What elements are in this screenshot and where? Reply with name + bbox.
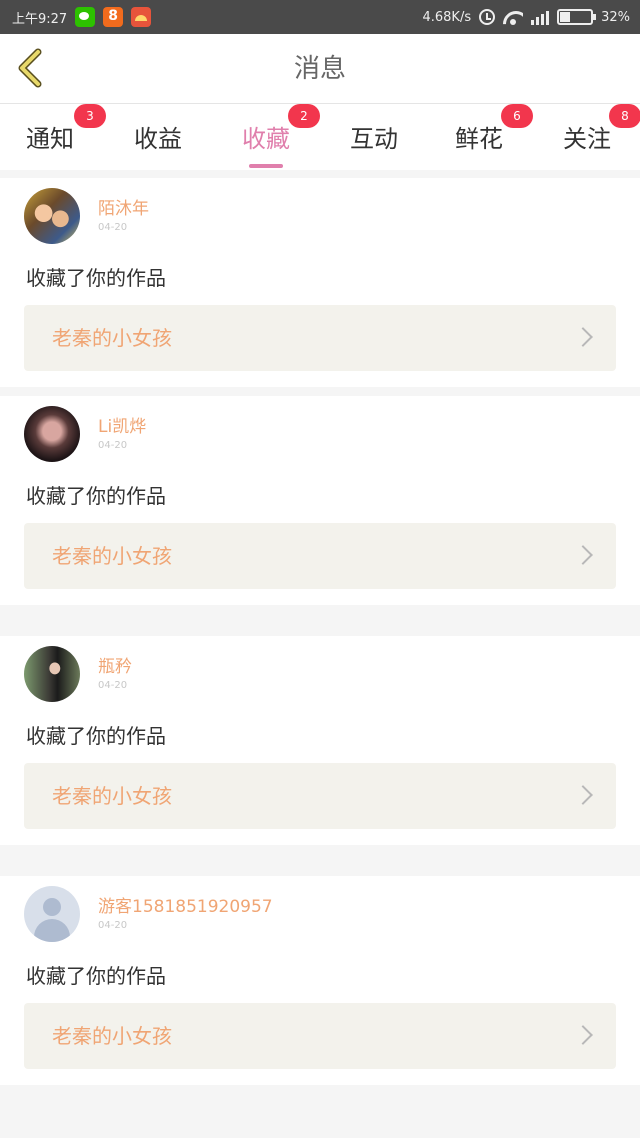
- work-link[interactable]: 老秦的小女孩: [24, 523, 616, 589]
- action-text: 收藏了你的作品: [26, 724, 166, 748]
- action-text: 收藏了你的作品: [26, 266, 166, 290]
- tab-badge: 3: [74, 104, 106, 128]
- work-link[interactable]: 老秦的小女孩: [24, 305, 616, 371]
- avatar[interactable]: [24, 646, 80, 702]
- tab-bar: 通知 3 收益 收藏 2 互动 鲜花 6 关注 8: [0, 104, 640, 170]
- username[interactable]: 瓶矜: [98, 652, 132, 677]
- timestamp: 04-20: [98, 920, 128, 931]
- wifi-icon: [503, 9, 523, 25]
- timestamp: 04-20: [98, 680, 128, 691]
- active-tab-indicator: [249, 164, 283, 168]
- tab-label: 鲜花: [455, 125, 503, 153]
- chevron-right-icon: [573, 1025, 593, 1045]
- tab-label: 通知: [26, 125, 74, 153]
- list-item: 陌沐年 04-20 收藏了你的作品 老秦的小女孩: [0, 178, 640, 387]
- tab-label: 互动: [350, 125, 398, 153]
- tab-interactions[interactable]: 互动: [350, 114, 398, 164]
- signal-icon: [531, 9, 550, 25]
- tab-follows[interactable]: 关注 8: [563, 104, 640, 164]
- tab-label: 收益: [134, 125, 182, 153]
- wechat-icon: [75, 7, 96, 27]
- app-8-icon: [103, 7, 124, 27]
- tab-label: 关注: [563, 125, 611, 153]
- back-button[interactable]: [14, 48, 50, 88]
- header: 消息: [0, 34, 640, 104]
- timestamp: 04-20: [98, 222, 128, 233]
- chevron-right-icon: [573, 545, 593, 565]
- app-red-icon: [131, 7, 152, 27]
- work-title: 老秦的小女孩: [52, 784, 172, 808]
- tab-notifications[interactable]: 通知 3: [26, 104, 106, 164]
- work-title: 老秦的小女孩: [52, 326, 172, 350]
- list-item: 游客15818519209​57 04-20 收藏了你的作品 老秦的小女孩: [0, 876, 640, 1085]
- chevron-left-icon: [18, 48, 42, 88]
- tab-favorites[interactable]: 收藏 2: [242, 104, 320, 168]
- status-time: 上午9:27: [12, 11, 68, 27]
- chevron-right-icon: [573, 327, 593, 347]
- network-speed: 4.68K/s: [422, 9, 472, 25]
- list-item: Li凯烨 04-20 收藏了你的作品 老秦的小女孩: [0, 396, 640, 605]
- battery-icon: [557, 9, 597, 25]
- work-title: 老秦的小女孩: [52, 544, 172, 568]
- timestamp: 04-20: [98, 440, 128, 451]
- action-text: 收藏了你的作品: [26, 964, 166, 988]
- action-text: 收藏了你的作品: [26, 484, 166, 508]
- work-link[interactable]: 老秦的小女孩: [24, 1003, 616, 1069]
- tab-earnings[interactable]: 收益: [134, 114, 182, 164]
- status-bar: 上午9:27 4.68K/s 32%: [0, 0, 640, 34]
- tab-badge: 6: [501, 104, 533, 128]
- tab-label: 收藏: [242, 125, 290, 153]
- page-title: 消息: [293, 54, 346, 84]
- alarm-icon: [479, 9, 496, 25]
- list-item: 瓶矜 04-20 收藏了你的作品 老秦的小女孩: [0, 636, 640, 845]
- tab-badge: 8: [609, 104, 640, 128]
- username[interactable]: 游客15818519209​57: [98, 892, 273, 917]
- tab-flowers[interactable]: 鲜花 6: [455, 104, 533, 164]
- avatar[interactable]: [24, 406, 80, 462]
- work-link[interactable]: 老秦的小女孩: [24, 763, 616, 829]
- avatar[interactable]: [24, 188, 80, 244]
- avatar[interactable]: [24, 886, 80, 942]
- battery-percent: 32%: [601, 9, 630, 25]
- work-title: 老秦的小女孩: [52, 1024, 172, 1048]
- tab-badge: 2: [288, 104, 320, 128]
- username[interactable]: Li凯烨: [98, 412, 146, 437]
- chevron-right-icon: [573, 785, 593, 805]
- username[interactable]: 陌沐年: [98, 194, 149, 219]
